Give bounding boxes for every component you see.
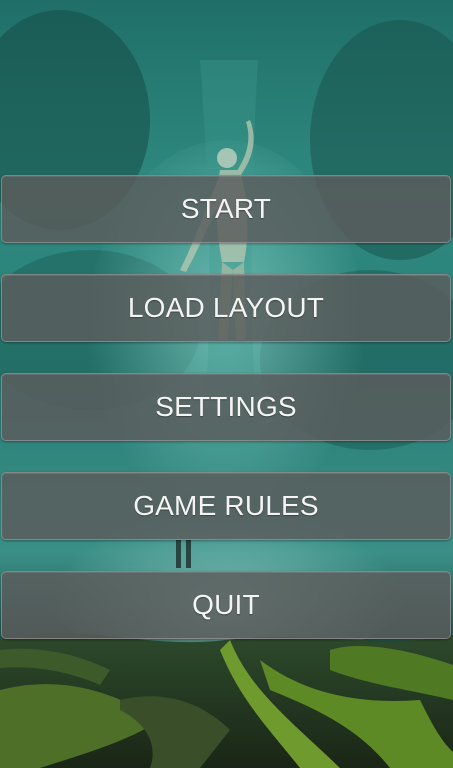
start-button-label: START bbox=[180, 193, 272, 224]
start-button[interactable]: START bbox=[1, 175, 451, 243]
load-layout-button-label: LOAD LAYOUT bbox=[127, 292, 325, 323]
game-rules-button-label: GAME RULES bbox=[133, 490, 319, 521]
settings-button-label: SETTINGS bbox=[155, 391, 297, 422]
game-rules-button[interactable]: GAME RULES bbox=[1, 472, 451, 540]
quit-button[interactable]: QUIT bbox=[1, 571, 451, 639]
load-layout-button[interactable]: LOAD LAYOUT bbox=[1, 274, 451, 342]
quit-button-label: QUIT bbox=[192, 589, 260, 620]
settings-button[interactable]: SETTINGS bbox=[1, 373, 451, 441]
main-menu: START LOAD LAYOUT SETTINGS GAME RULES QU… bbox=[0, 0, 453, 768]
